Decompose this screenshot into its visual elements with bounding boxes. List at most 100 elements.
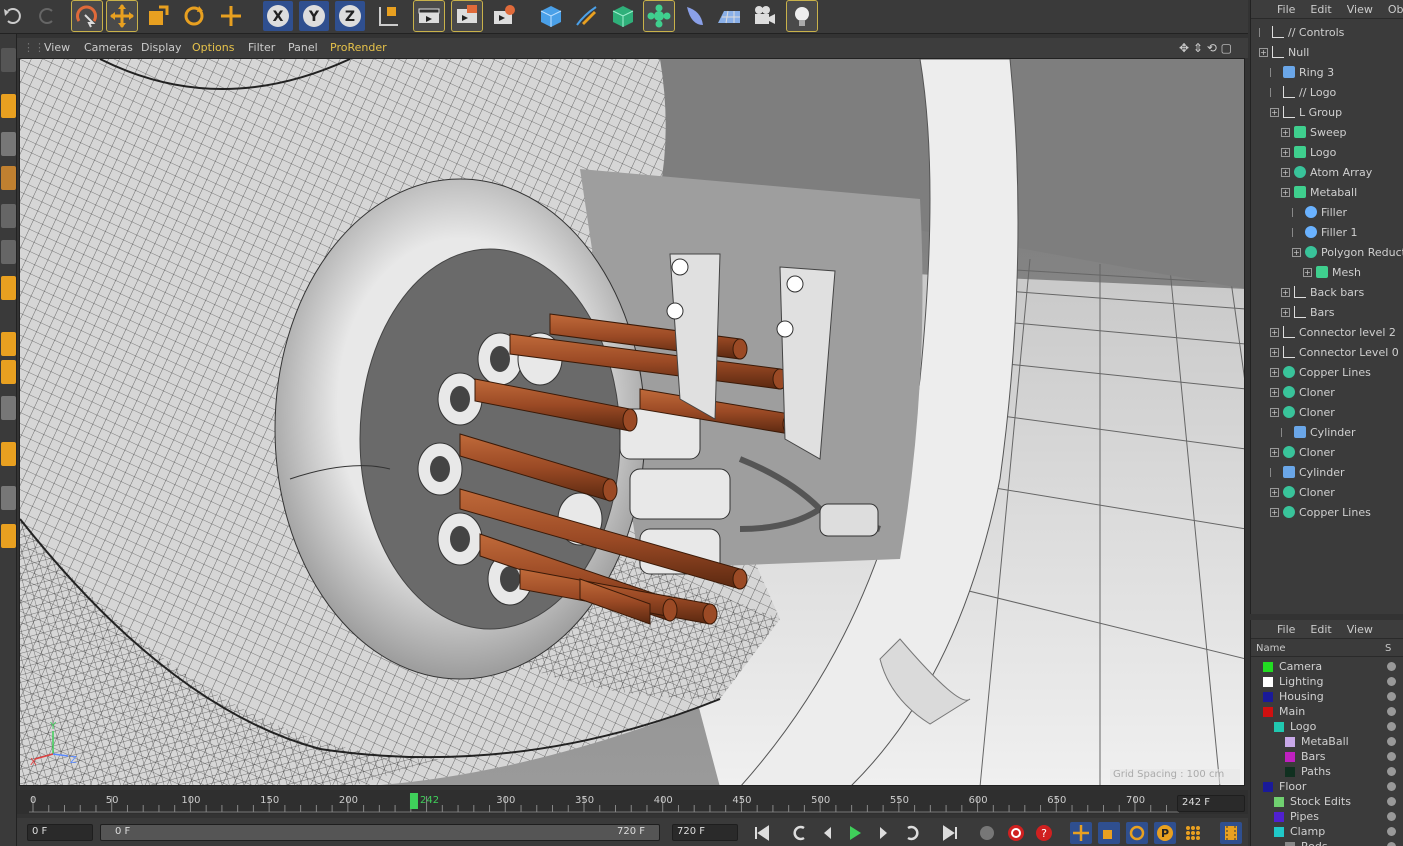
object-item[interactable]: + Atom Array	[1251, 162, 1403, 182]
layer-item[interactable]: MetaBall	[1251, 734, 1403, 749]
menu-panel[interactable]: Panel	[288, 41, 318, 54]
coordinate-system-icon[interactable]	[373, 1, 403, 31]
scale-icon[interactable]	[143, 1, 173, 31]
layer-solo-icon[interactable]	[1387, 782, 1396, 791]
layer-color-swatch[interactable]	[1263, 706, 1273, 717]
object-item[interactable]: Ring 3	[1251, 62, 1403, 82]
snap-icon[interactable]	[1, 396, 16, 420]
layer-item[interactable]: Camera	[1251, 659, 1403, 674]
render-settings-icon[interactable]	[489, 1, 519, 31]
layer-color-swatch[interactable]	[1274, 721, 1284, 732]
tweak-mode-icon[interactable]	[1, 360, 16, 384]
locked-workplane-icon[interactable]	[1, 524, 16, 548]
layer-color-swatch[interactable]	[1285, 736, 1295, 747]
om-menu-file[interactable]: File	[1277, 3, 1295, 16]
next-key-icon[interactable]	[901, 822, 923, 844]
camera-icon[interactable]	[750, 1, 780, 31]
layer-color-swatch[interactable]	[1274, 811, 1284, 822]
expand-toggle-icon[interactable]: +	[1281, 287, 1290, 297]
frame-range-slider[interactable]: 0 F 720 F	[100, 824, 660, 841]
previous-key-icon[interactable]	[789, 822, 811, 844]
previous-frame-icon[interactable]	[817, 822, 839, 844]
expand-toggle-icon[interactable]: +	[1259, 47, 1268, 57]
layer-solo-icon[interactable]	[1387, 662, 1396, 671]
record-point-level-icon[interactable]	[1182, 822, 1204, 844]
layer-item[interactable]: Rods	[1251, 839, 1403, 846]
object-item[interactable]: Cylinder	[1251, 422, 1403, 442]
object-item[interactable]: Filler 1	[1251, 222, 1403, 242]
render-view-icon[interactable]	[413, 0, 445, 32]
object-item[interactable]: + Cloner	[1251, 482, 1403, 502]
points-mode-icon[interactable]	[1, 204, 16, 228]
expand-toggle-icon[interactable]: +	[1303, 267, 1312, 277]
go-to-start-icon[interactable]	[751, 822, 773, 844]
layer-color-swatch[interactable]	[1274, 826, 1284, 837]
record-scale-icon[interactable]	[1098, 822, 1120, 844]
expand-toggle-icon[interactable]: +	[1281, 147, 1290, 157]
object-item[interactable]: + Copper Lines	[1251, 502, 1403, 522]
polygons-mode-icon[interactable]	[1, 276, 16, 300]
object-item[interactable]: + L Group	[1251, 102, 1403, 122]
record-position-icon[interactable]	[1070, 822, 1092, 844]
menu-display[interactable]: Display	[141, 41, 182, 54]
expand-toggle-icon[interactable]: +	[1270, 407, 1279, 417]
layer-color-swatch[interactable]	[1274, 796, 1284, 807]
om-menu-objects[interactable]: Obje	[1388, 3, 1403, 16]
object-item[interactable]: + Cloner	[1251, 442, 1403, 462]
timeline-ruler[interactable]: 0 50 100 150 200 242 300 350 400 450 500 550 600 650 7…	[17, 790, 1248, 814]
model-mode-icon[interactable]	[1, 94, 16, 118]
timeline-window-icon[interactable]	[1220, 822, 1242, 844]
expand-toggle-icon[interactable]: +	[1270, 487, 1279, 497]
rotate-icon[interactable]	[179, 1, 209, 31]
floor-icon[interactable]	[714, 1, 744, 31]
object-item[interactable]: Cylinder	[1251, 462, 1403, 482]
expand-toggle-icon[interactable]: +	[1270, 447, 1279, 457]
object-item[interactable]: + Null	[1251, 42, 1403, 62]
lm-menu-view[interactable]: View	[1347, 623, 1373, 636]
cube-icon[interactable]	[536, 1, 566, 31]
layer-solo-icon[interactable]	[1387, 752, 1396, 761]
expand-toggle-icon[interactable]: +	[1281, 167, 1290, 177]
layer-color-swatch[interactable]	[1263, 781, 1273, 792]
subdivision-icon[interactable]	[608, 1, 638, 31]
layer-solo-icon[interactable]	[1387, 827, 1396, 836]
layer-solo-icon[interactable]	[1387, 812, 1396, 821]
object-item[interactable]: + Polygon Reducti	[1251, 242, 1403, 262]
layer-item[interactable]: Floor	[1251, 779, 1403, 794]
om-menu-view[interactable]: View	[1347, 3, 1373, 16]
object-item[interactable]: + Mesh	[1251, 262, 1403, 282]
layer-color-swatch[interactable]	[1263, 661, 1273, 672]
start-frame-field[interactable]: 0 F	[27, 824, 93, 841]
live-selection-icon[interactable]	[71, 0, 103, 32]
object-item[interactable]: + Cloner	[1251, 402, 1403, 422]
cloner-icon[interactable]	[643, 0, 675, 32]
layer-color-swatch[interactable]	[1285, 766, 1295, 777]
object-item[interactable]: + Logo	[1251, 142, 1403, 162]
move-icon[interactable]	[106, 0, 138, 32]
layer-solo-icon[interactable]	[1387, 737, 1396, 746]
light-icon[interactable]	[786, 0, 818, 32]
z-axis-icon[interactable]: Z	[335, 1, 365, 31]
layer-color-swatch[interactable]	[1285, 751, 1295, 762]
object-item[interactable]: + Bars	[1251, 302, 1403, 322]
x-axis-icon[interactable]: X	[263, 1, 293, 31]
menu-cameras[interactable]: Cameras	[84, 41, 133, 54]
expand-toggle-icon[interactable]: +	[1270, 107, 1279, 117]
expand-toggle-icon[interactable]: +	[1281, 127, 1290, 137]
playhead[interactable]	[409, 793, 418, 809]
record-rotation-icon[interactable]	[1126, 822, 1148, 844]
object-item[interactable]: + Copper Lines	[1251, 362, 1403, 382]
layer-item[interactable]: Paths	[1251, 764, 1403, 779]
layer-item[interactable]: Lighting	[1251, 674, 1403, 689]
menu-filter[interactable]: Filter	[248, 41, 275, 54]
expand-toggle-icon[interactable]: +	[1270, 507, 1279, 517]
layer-item[interactable]: Stock Edits	[1251, 794, 1403, 809]
texture-mode-icon[interactable]	[1, 132, 16, 156]
expand-toggle-icon[interactable]: +	[1292, 247, 1301, 257]
axis-mode-icon[interactable]	[1, 332, 16, 356]
go-to-end-icon[interactable]	[939, 822, 961, 844]
record-parameter-icon[interactable]: P	[1154, 822, 1176, 844]
object-item[interactable]: + Metaball	[1251, 182, 1403, 202]
record-active-objects-icon[interactable]	[1005, 822, 1027, 844]
menu-options[interactable]: Options	[192, 41, 234, 54]
